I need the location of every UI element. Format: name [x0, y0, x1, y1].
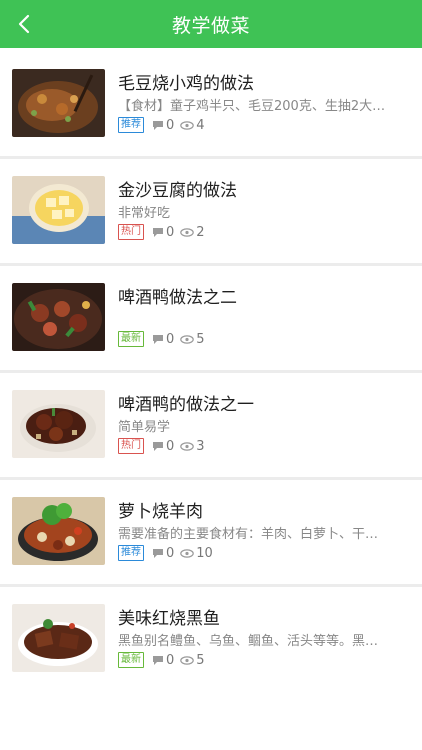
eye-icon: [180, 120, 195, 130]
eye-icon: [180, 334, 195, 344]
recipe-meta: 热门 0 3: [118, 437, 211, 455]
eye-icon: [180, 227, 195, 237]
view-count: 4: [180, 117, 205, 133]
comment-count: 0: [152, 439, 174, 454]
recipe-description: 需要准备的主要食材有：羊肉、白萝卜、干…: [118, 527, 379, 542]
back-button[interactable]: [8, 8, 40, 40]
view-count-value: 10: [196, 545, 213, 561]
view-count: 2: [180, 224, 205, 240]
recipe-list-item[interactable]: 美味红烧黑鱼 黑鱼别名鳢鱼、乌鱼、鲴鱼、活头等等。黑… 最新 0 5: [0, 587, 422, 691]
recipe-thumbnail: [12, 390, 105, 458]
recipe-description: 【食材】童子鸡半只、毛豆200克、生抽2大…: [118, 99, 386, 114]
recipe-list-item[interactable]: 啤酒鸭做法之二 最新 0 5: [0, 266, 422, 373]
recipe-list-item[interactable]: 啤酒鸭的做法之一 简单易学 热门 0 3: [0, 373, 422, 480]
eye-icon: [180, 441, 195, 451]
view-count-value: 5: [196, 652, 205, 668]
recipe-title: 啤酒鸭的做法之一: [118, 395, 254, 415]
recipe-thumbnail: [12, 497, 105, 565]
comment-count-value: 0: [166, 117, 175, 133]
comment-icon: [153, 227, 163, 237]
comment-count-value: 0: [166, 331, 175, 347]
recipe-description: 黑鱼别名鳢鱼、乌鱼、鲴鱼、活头等等。黑…: [118, 634, 379, 649]
comment-count-value: 0: [166, 438, 175, 454]
recipe-list-item[interactable]: 萝卜烧羊肉 需要准备的主要食材有：羊肉、白萝卜、干… 推荐 0 10: [0, 480, 422, 587]
comment-count: 0: [152, 653, 174, 668]
recipe-title: 美味红烧黑鱼: [118, 609, 220, 629]
recipe-title: 毛豆烧小鸡的做法: [118, 74, 254, 94]
view-count-value: 4: [196, 117, 205, 133]
comment-icon: [153, 548, 163, 558]
recipe-thumbnail: [12, 604, 105, 672]
recipe-tag-badge: 热门: [118, 438, 144, 454]
page-title: 教学做菜: [171, 14, 250, 37]
recipe-tag-badge: 热门: [118, 224, 144, 240]
recipe-tag-badge: 推荐: [118, 117, 144, 133]
comment-icon: [153, 334, 163, 344]
recipe-meta: 推荐 0 10: [118, 544, 219, 562]
eye-icon: [180, 548, 195, 558]
recipe-list-item[interactable]: 毛豆烧小鸡的做法 【食材】童子鸡半只、毛豆200克、生抽2大… 推荐 0 4: [0, 52, 422, 159]
recipe-description: 非常好吃: [118, 206, 171, 221]
recipe-title: 啤酒鸭做法之二: [118, 288, 237, 308]
recipe-list-item[interactable]: 金沙豆腐的做法 非常好吃 热门 0 2: [0, 159, 422, 266]
recipe-meta: 推荐 0 4: [118, 116, 211, 134]
recipe-meta: 最新 0 5: [118, 651, 211, 669]
chevron-left-icon: [18, 14, 30, 34]
comment-count-value: 0: [166, 652, 175, 668]
view-count: 10: [180, 546, 213, 561]
recipe-meta: 热门 0 2: [118, 223, 211, 241]
comment-count: 0: [152, 332, 174, 347]
app-header: 教学做菜: [0, 0, 422, 48]
view-count: 5: [180, 331, 205, 347]
view-count-value: 3: [196, 438, 205, 454]
comment-count: 0: [152, 118, 174, 133]
eye-icon: [180, 655, 195, 665]
recipe-description: 简单易学: [118, 420, 171, 435]
recipe-tag-badge: 推荐: [118, 545, 144, 561]
comment-count: 0: [152, 225, 174, 240]
view-count-value: 2: [196, 224, 205, 240]
view-count: 5: [180, 652, 205, 668]
recipe-title: 萝卜烧羊肉: [118, 502, 203, 522]
comment-icon: [153, 655, 163, 665]
view-count-value: 5: [196, 331, 205, 347]
view-count: 3: [180, 438, 205, 454]
recipe-tag-badge: 最新: [118, 331, 144, 347]
comment-count-value: 0: [166, 224, 175, 240]
recipe-thumbnail: [12, 69, 105, 137]
comment-icon: [153, 120, 163, 130]
comment-count-value: 0: [166, 545, 175, 561]
recipe-thumbnail: [12, 176, 105, 244]
recipe-list: 毛豆烧小鸡的做法 【食材】童子鸡半只、毛豆200克、生抽2大… 推荐 0 4 金…: [0, 52, 422, 691]
recipe-meta: 最新 0 5: [118, 330, 211, 348]
recipe-title: 金沙豆腐的做法: [118, 181, 237, 201]
comment-icon: [153, 441, 163, 451]
comment-count: 0: [152, 546, 174, 561]
recipe-tag-badge: 最新: [118, 652, 144, 668]
recipe-thumbnail: [12, 283, 105, 351]
